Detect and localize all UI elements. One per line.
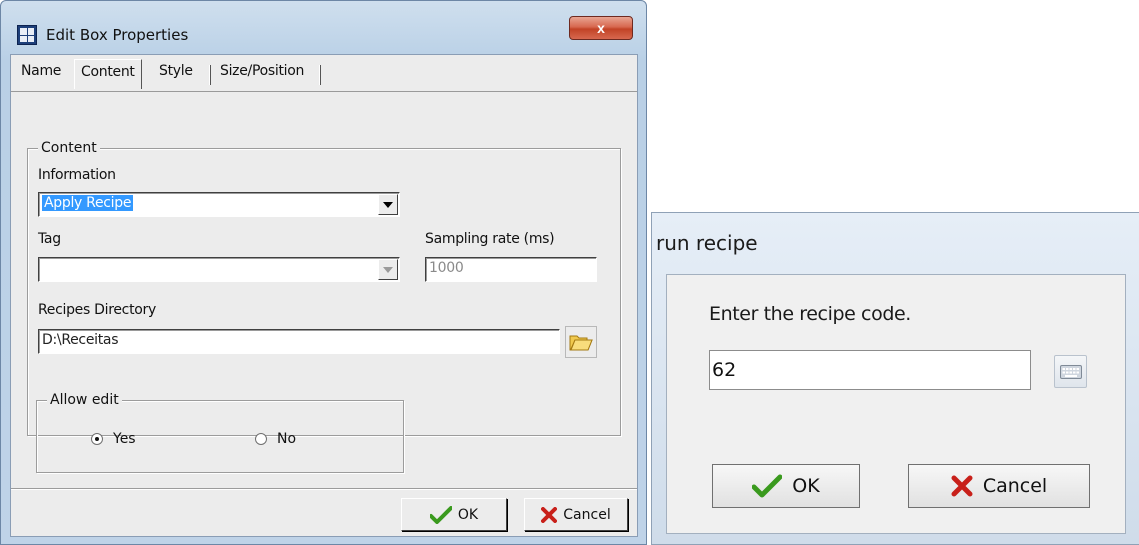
tab-separator — [319, 65, 321, 85]
content-group-legend: Content — [38, 140, 100, 156]
virtual-keyboard-button[interactable] — [1054, 355, 1087, 388]
title-bar[interactable]: Edit Box Properties x — [1, 1, 646, 54]
dropdown-arrow-icon[interactable] — [378, 194, 398, 215]
browse-folder-button[interactable] — [565, 326, 597, 358]
tag-dropdown[interactable] — [38, 257, 400, 282]
tab-separator — [209, 65, 211, 85]
allow-edit-yes-radio[interactable]: Yes — [91, 431, 136, 447]
cancel-button[interactable]: Cancel — [524, 498, 628, 531]
close-button[interactable]: x — [569, 16, 633, 40]
cancel-x-icon — [541, 506, 558, 523]
recipes-directory-field[interactable]: D:\Receitas — [38, 329, 560, 354]
cancel-button-label: Cancel — [563, 506, 611, 523]
dropdown-arrow-icon[interactable] — [378, 259, 398, 280]
cancel-button[interactable]: Cancel — [908, 464, 1090, 508]
keyboard-icon — [1059, 364, 1082, 379]
tab-content[interactable]: Content — [74, 59, 142, 89]
recipes-directory-label: Recipes Directory — [38, 302, 156, 318]
ok-button-label: OK — [792, 475, 820, 497]
tab-strip: Name Content Style Size/Position — [11, 55, 637, 92]
ok-button[interactable]: OK — [712, 464, 860, 508]
recipe-code-prompt: Enter the recipe code. — [709, 303, 911, 325]
sampling-rate-field[interactable]: 1000 — [425, 257, 597, 282]
folder-icon — [569, 335, 593, 351]
cancel-button-label: Cancel — [982, 475, 1048, 497]
tab-size-position[interactable]: Size/Position — [220, 63, 304, 79]
dialog-title: run recipe — [656, 231, 758, 255]
radio-unselected-icon — [255, 433, 267, 445]
information-dropdown[interactable]: Apply Recipe — [38, 192, 400, 217]
app-icon — [17, 25, 37, 45]
dialog-body: Name Content Style Size/Position Content… — [10, 54, 638, 537]
dialog-body: Enter the recipe code. 62 OK Cancel — [666, 274, 1126, 534]
edit-box-properties-dialog: Edit Box Properties x Name Content Style… — [0, 0, 647, 545]
footer-divider — [11, 488, 637, 490]
allow-edit-yes-label: Yes — [113, 431, 136, 447]
allow-edit-no-radio[interactable]: No — [255, 431, 296, 447]
tag-label: Tag — [38, 231, 61, 247]
dialog-title: Edit Box Properties — [46, 26, 189, 44]
tab-name[interactable]: Name — [21, 63, 61, 79]
checkmark-icon — [429, 505, 452, 524]
checkmark-icon — [752, 474, 783, 498]
radio-selected-icon — [91, 433, 103, 445]
information-selected-value: Apply Recipe — [42, 195, 134, 211]
sampling-rate-label: Sampling rate (ms) — [425, 231, 555, 247]
allow-edit-group-legend: Allow edit — [47, 392, 122, 408]
ok-button[interactable]: OK — [401, 498, 507, 531]
cancel-x-icon — [951, 475, 973, 497]
ok-button-label: OK — [457, 506, 479, 523]
allow-edit-no-label: No — [277, 431, 297, 447]
run-recipe-dialog: run recipe Enter the recipe code. 62 OK — [651, 212, 1139, 545]
information-label: Information — [38, 167, 116, 183]
close-icon: x — [597, 20, 605, 36]
recipe-code-input[interactable]: 62 — [709, 350, 1031, 390]
tab-style[interactable]: Style — [159, 63, 193, 79]
